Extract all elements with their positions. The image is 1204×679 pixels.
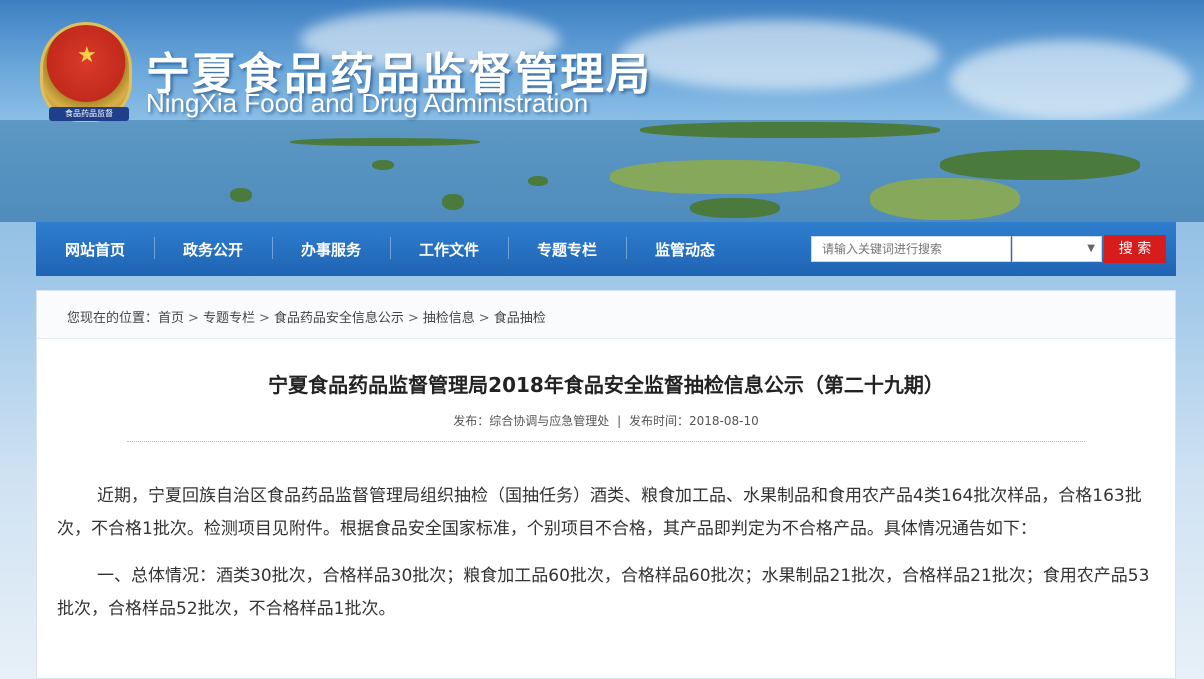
article-publisher: 发布：综合协调与应急管理处 bbox=[453, 414, 610, 428]
article-panel: 您现在的位置：首页 > 专题专栏 > 食品药品安全信息公示 > 抽检信息 > 食品抽检 宁夏食品… bbox=[36, 290, 1176, 679]
article-paragraph: 近期，宁夏回族自治区食品药品监督管理局组织抽检（国抽任务）酒类、粮食加工品、水果… bbox=[57, 486, 1142, 539]
administration-emblem-icon: ★ 食品药品监督 bbox=[40, 22, 132, 122]
breadcrumb-special-topics[interactable]: 专题专栏 bbox=[203, 311, 255, 326]
banner-island bbox=[290, 138, 480, 146]
banner-cloud bbox=[950, 40, 1190, 120]
breadcrumb: 您现在的位置：首页 > 专题专栏 > 食品药品安全信息公示 > 抽检信息 > 食品抽检 bbox=[37, 291, 1175, 339]
breadcrumb-prefix: 您现在的位置： bbox=[67, 311, 159, 326]
search-button[interactable]: 搜 索 bbox=[1104, 235, 1166, 263]
banner-island bbox=[690, 198, 780, 218]
nav-home[interactable]: 网站首页 bbox=[36, 239, 154, 260]
chevron-down-icon: ▼ bbox=[1087, 243, 1095, 254]
header-banner: ★ 食品药品监督 宁夏食品药品监督管理局 NingXia Food and Dr… bbox=[0, 0, 1204, 222]
main-nav: 网站首页 政务公开 办事服务 工作文件 专题专栏 监管动态 ▼ 搜 索 bbox=[36, 222, 1176, 276]
banner-island bbox=[940, 150, 1140, 180]
article-title: 宁夏食品药品监督管理局2018年食品安全监督抽检信息公示（第二十九期） bbox=[268, 373, 944, 397]
banner-island bbox=[610, 160, 840, 194]
nav-special-topics[interactable]: 专题专栏 bbox=[508, 236, 626, 260]
nav-services[interactable]: 办事服务 bbox=[272, 236, 390, 260]
nav-regulatory-news[interactable]: 监管动态 bbox=[626, 236, 744, 260]
site-subtitle: NingXia Food and Drug Administration bbox=[146, 88, 589, 118]
banner-island bbox=[230, 188, 252, 202]
banner-island bbox=[442, 194, 464, 210]
banner-island bbox=[870, 178, 1020, 220]
article-paragraph: 一、总体情况：酒类30批次，合格样品30批次；粮食加工品60批次，合格样品60批… bbox=[57, 566, 1150, 619]
banner-cloud bbox=[620, 20, 940, 90]
banner-island bbox=[528, 176, 548, 186]
banner-island bbox=[640, 122, 940, 138]
banner-island bbox=[372, 160, 394, 170]
article-publish-time: 发布时间：2018-08-10 bbox=[628, 414, 759, 428]
breadcrumb-home[interactable]: 首页 bbox=[158, 311, 184, 326]
breadcrumb-food-inspection[interactable]: 食品抽检 bbox=[494, 311, 546, 326]
search-input[interactable] bbox=[811, 236, 1011, 262]
search-category-select[interactable]: ▼ bbox=[1012, 236, 1102, 262]
nav-documents[interactable]: 工作文件 bbox=[390, 236, 508, 260]
title-divider bbox=[127, 441, 1085, 442]
breadcrumb-safety-info[interactable]: 食品药品安全信息公示 bbox=[274, 311, 404, 326]
article-meta: 发布：综合协调与应急管理处 | 发布时间：2018-08-10 bbox=[453, 414, 759, 428]
breadcrumb-inspection-info[interactable]: 抽检信息 bbox=[423, 311, 475, 326]
nav-government-affairs[interactable]: 政务公开 bbox=[154, 236, 272, 260]
